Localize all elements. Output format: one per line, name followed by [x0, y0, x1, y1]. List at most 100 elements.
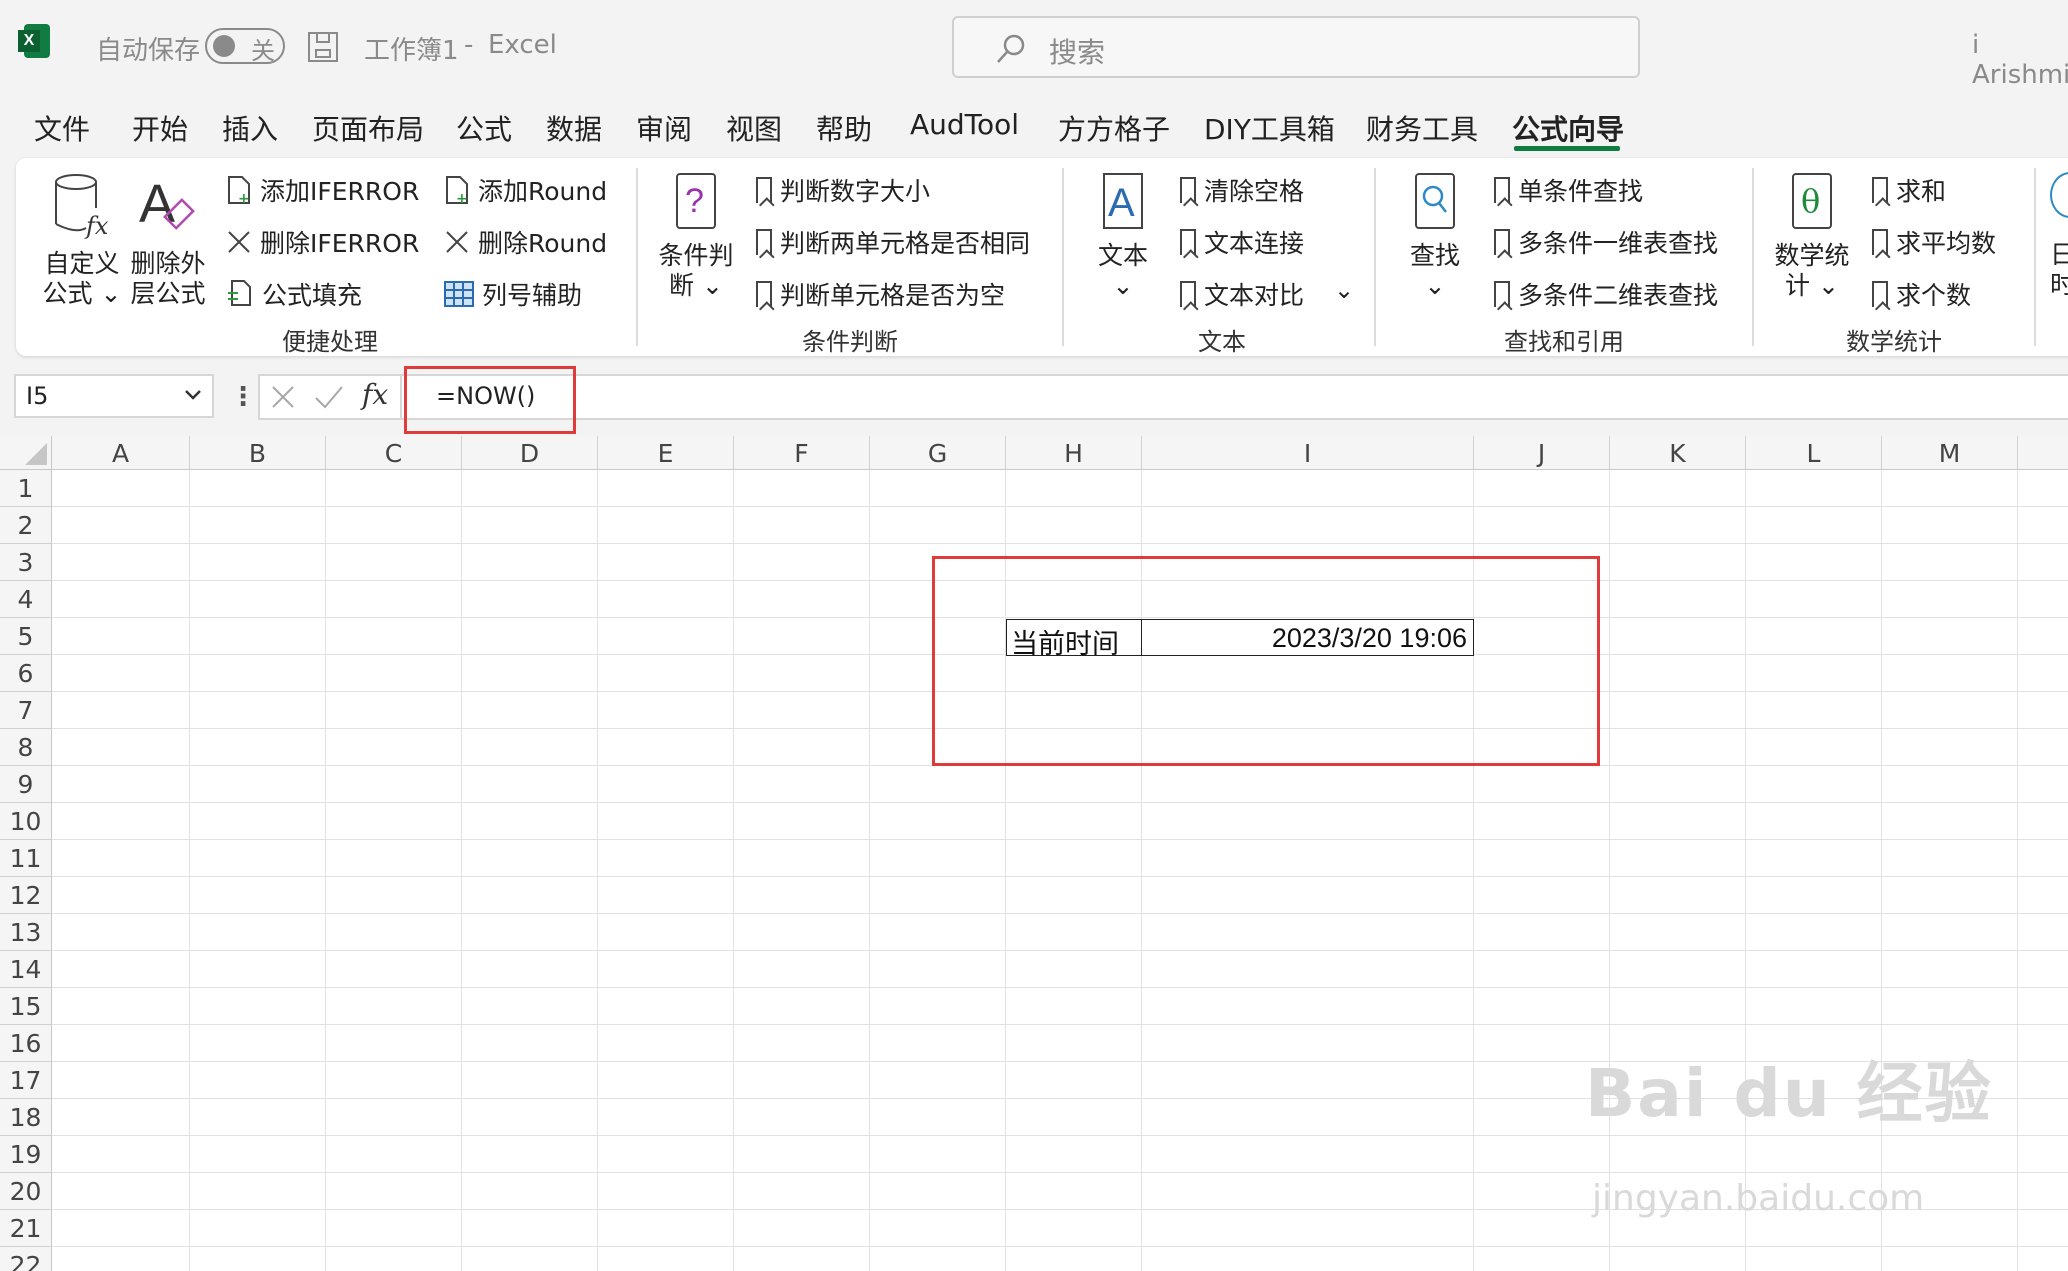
text-line1: 文本: [1097, 241, 1148, 270]
judge-number-size-button[interactable]: 判断数字大小: [756, 172, 930, 208]
name-box[interactable]: I5: [14, 374, 214, 418]
row-header-22[interactable]: 22: [0, 1247, 52, 1271]
column-header-g[interactable]: G: [870, 436, 1006, 470]
user-name[interactable]: i Arishmi: [1972, 30, 2068, 90]
tab-file[interactable]: 文件: [34, 108, 90, 148]
judge-cell-empty-button[interactable]: 判断单元格是否为空: [756, 276, 1005, 312]
column-header-m[interactable]: M: [1882, 436, 2018, 470]
more-options-icon[interactable]: ⋮: [230, 382, 256, 412]
sum-button[interactable]: 求和: [1872, 172, 1946, 208]
judge-cells-same-button[interactable]: 判断两单元格是否相同: [756, 224, 1030, 260]
tab-help[interactable]: 帮助: [816, 108, 872, 148]
theta-book-icon: θ: [1792, 173, 1832, 229]
custom-formula-button[interactable]: fx 自定义 公式 ⌄: [42, 172, 122, 309]
insert-function-icon[interactable]: fx: [362, 378, 388, 411]
add-round-button[interactable]: + 添加Round: [444, 172, 607, 208]
tab-formulas[interactable]: 公式: [456, 108, 512, 148]
column-header-a[interactable]: A: [52, 436, 190, 470]
datetime-button-cut[interactable]: 日 时: [2050, 172, 2068, 300]
row-header-2[interactable]: 2: [0, 507, 52, 544]
bookmark-icon: [1494, 281, 1510, 307]
tab-diy-toolbox[interactable]: DIY工具箱: [1204, 108, 1335, 148]
condition-judge-button[interactable]: ? 条件判 断 ⌄: [654, 172, 738, 301]
tab-fangfang[interactable]: 方方格子: [1058, 108, 1170, 148]
column-header-j[interactable]: J: [1474, 436, 1610, 470]
row-header-3[interactable]: 3: [0, 544, 52, 581]
row-gridline: [52, 1172, 2068, 1173]
column-header-n[interactable]: [2018, 436, 2068, 470]
search-box[interactable]: 搜索: [952, 16, 1640, 78]
excel-logo-icon[interactable]: X: [18, 24, 50, 58]
column-header-k[interactable]: K: [1610, 436, 1746, 470]
row-header-13[interactable]: 13: [0, 914, 52, 951]
add-iferror-button[interactable]: + 添加IFERROR: [226, 172, 419, 208]
column-header-i[interactable]: I: [1142, 436, 1474, 470]
column-header-c[interactable]: C: [326, 436, 462, 470]
multi-2d-lookup-button[interactable]: 多条件二维表查找: [1494, 276, 1718, 312]
group-label-math: 数学统计: [1846, 328, 1942, 356]
row-header-20[interactable]: 20: [0, 1173, 52, 1210]
enter-check-icon[interactable]: [314, 384, 344, 410]
row-header-12[interactable]: 12: [0, 877, 52, 914]
tab-finance-tools[interactable]: 财务工具: [1366, 108, 1478, 148]
tab-audtool[interactable]: AudTool: [910, 108, 1019, 141]
average-button[interactable]: 求平均数: [1872, 224, 1996, 260]
math-stats-button[interactable]: θ 数学统 计 ⌄: [1770, 172, 1854, 301]
formula-input[interactable]: =NOW(): [400, 374, 2068, 420]
autosave-toggle[interactable]: 关: [205, 28, 285, 65]
tab-review[interactable]: 审阅: [636, 108, 692, 148]
column-helper-button[interactable]: 列号辅助: [444, 276, 582, 312]
clear-spaces-button[interactable]: 清除空格: [1180, 172, 1304, 208]
row-header-5[interactable]: 5: [0, 618, 52, 655]
cancel-icon[interactable]: [270, 384, 296, 410]
result-highlight-box: [932, 556, 1600, 766]
multi-1d-lookup-button[interactable]: 多条件一维表查找: [1494, 224, 1718, 260]
select-all-corner[interactable]: [0, 436, 52, 470]
formula-fill-button[interactable]: 公式填充: [226, 276, 362, 312]
row-header-16[interactable]: 16: [0, 1025, 52, 1062]
tab-data[interactable]: 数据: [546, 108, 602, 148]
save-icon[interactable]: [308, 32, 338, 62]
lookup-button[interactable]: 查找 ⌄: [1398, 172, 1472, 301]
column-gridline: [597, 470, 598, 1271]
count-button[interactable]: 求个数: [1872, 276, 1971, 312]
tab-insert[interactable]: 插入: [222, 108, 278, 148]
tab-view[interactable]: 视图: [726, 108, 782, 148]
chevron-down-icon[interactable]: ⌄: [1334, 276, 1354, 304]
row-header-21[interactable]: 21: [0, 1210, 52, 1247]
row-header-10[interactable]: 10: [0, 803, 52, 840]
row-header-18[interactable]: 18: [0, 1099, 52, 1136]
tab-home[interactable]: 开始: [132, 108, 188, 148]
column-header-h[interactable]: H: [1006, 436, 1142, 470]
column-header-l[interactable]: L: [1746, 436, 1882, 470]
single-lookup-button[interactable]: 单条件查找: [1494, 172, 1643, 208]
row-header-9[interactable]: 9: [0, 766, 52, 803]
row-header-11[interactable]: 11: [0, 840, 52, 877]
row-header-1[interactable]: 1: [0, 470, 52, 507]
row-header-4[interactable]: 4: [0, 581, 52, 618]
row-header-19[interactable]: 19: [0, 1136, 52, 1173]
column-header-e[interactable]: E: [598, 436, 734, 470]
delete-round-button[interactable]: 删除Round: [444, 224, 607, 260]
tab-page-layout[interactable]: 页面布局: [312, 108, 424, 148]
text-compare-button[interactable]: 文本对比: [1180, 276, 1304, 312]
column-gridline: [1609, 470, 1610, 1271]
row-header-17[interactable]: 17: [0, 1062, 52, 1099]
text-join-button[interactable]: 文本连接: [1180, 224, 1304, 260]
column-header-f[interactable]: F: [734, 436, 870, 470]
row-header-7[interactable]: 7: [0, 692, 52, 729]
row-header-15[interactable]: 15: [0, 988, 52, 1025]
text-button[interactable]: A 文本 ⌄: [1086, 172, 1160, 301]
new-document-icon: +: [446, 176, 468, 205]
lookup-line2: ⌄: [1424, 271, 1446, 300]
document-title: 工作簿1: [364, 36, 459, 66]
delete-iferror-button[interactable]: 删除IFERROR: [226, 224, 419, 260]
delete-outer-formula-button[interactable]: A 删除外 层公式: [130, 172, 206, 309]
row-header-6[interactable]: 6: [0, 655, 52, 692]
row-header-8[interactable]: 8: [0, 729, 52, 766]
row-header-14[interactable]: 14: [0, 951, 52, 988]
column-header-d[interactable]: D: [462, 436, 598, 470]
tab-formula-wizard[interactable]: 公式向导: [1512, 108, 1624, 148]
column-header-b[interactable]: B: [190, 436, 326, 470]
cylinder-fx-icon: fx: [55, 174, 109, 240]
